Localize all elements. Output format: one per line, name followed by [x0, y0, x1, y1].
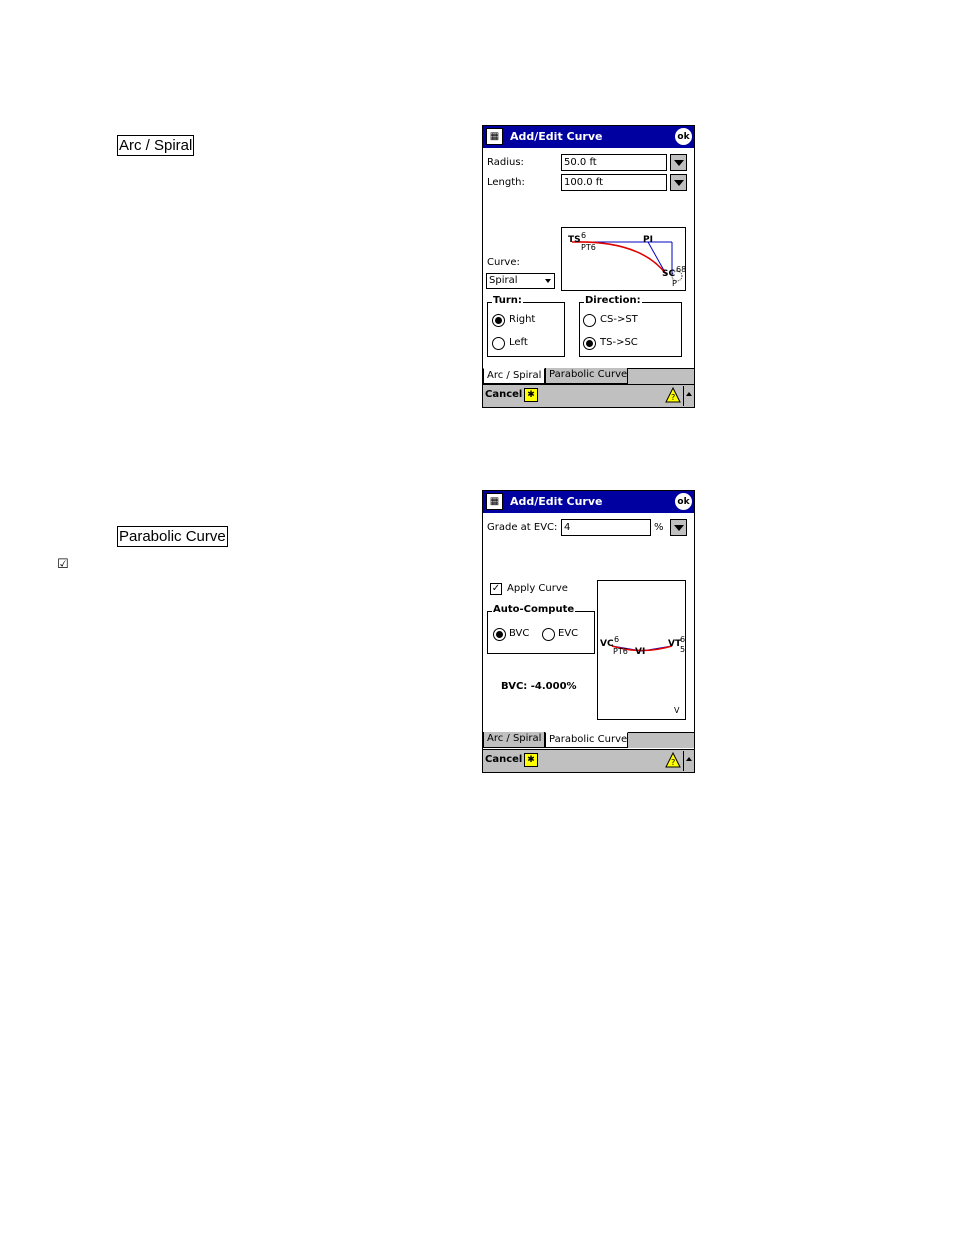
pt-label: PT6 [613, 647, 628, 656]
radius-dropdown-button[interactable] [670, 154, 687, 171]
turn-right-label[interactable]: Right [509, 314, 535, 325]
add-edit-curve-window-arc: ▦ Add/Edit Curve ok Radius: 50.0 ft Leng… [482, 125, 695, 408]
sc-superscript: 68 [676, 265, 686, 274]
tab-strip: Arc / Spiral Parabolic Curve [483, 368, 694, 384]
vt-superscript: 6 [680, 635, 686, 644]
evc-label[interactable]: EVC [558, 628, 578, 639]
parabolic-curve-label: Parabolic Curve [117, 526, 228, 547]
turn-left-radio[interactable] [492, 337, 505, 350]
percent-unit-label: % [654, 522, 664, 533]
command-bar-separator [683, 386, 684, 406]
pt-label: PT6 [581, 243, 596, 252]
command-bar: Cancel ✱ ? [483, 749, 694, 772]
tab-parabolic-curve[interactable]: Parabolic Curve [545, 732, 628, 748]
svg-text:?: ? [671, 393, 675, 402]
v-label: V [674, 706, 680, 715]
direction-cs-st-label[interactable]: CS->ST [600, 314, 638, 325]
turn-right-radio[interactable] [492, 314, 505, 327]
svg-text:?: ? [671, 758, 675, 767]
direction-cs-st-radio[interactable] [583, 314, 596, 327]
evc-radio[interactable] [542, 628, 555, 641]
input-panel-icon[interactable]: ✱ [524, 753, 538, 767]
grade-dropdown-button[interactable] [670, 519, 687, 536]
chevron-up-icon[interactable] [686, 392, 692, 396]
length-label: Length: [487, 177, 525, 188]
checkbox-icon: ☑ [57, 557, 69, 572]
length-dropdown-button[interactable] [670, 174, 687, 191]
add-edit-curve-window-parabolic: ▦ Add/Edit Curve ok Grade at EVC: 4 % ✓ … [482, 490, 695, 773]
ok-button[interactable]: ok [675, 128, 692, 145]
arc-spiral-label: Arc / Spiral [117, 135, 195, 156]
command-bar: Cancel ✱ ? [483, 384, 694, 407]
direction-group-title: Direction: [584, 295, 642, 306]
chevron-up-icon[interactable] [686, 757, 692, 761]
apply-curve-checkbox[interactable]: ✓ [490, 583, 502, 595]
curve-label: Curve: [487, 257, 520, 268]
window-title: Add/Edit Curve [510, 495, 603, 508]
tab-strip: Arc / Spiral Parabolic Curve [483, 732, 694, 748]
auto-compute-group: Auto-Compute BVC EVC [487, 604, 595, 654]
title-bar: ▦ Add/Edit Curve ok [483, 126, 694, 148]
tab-parabolic-curve[interactable]: Parabolic Curve [545, 368, 628, 384]
bvc-radio[interactable] [493, 628, 506, 641]
radius-input[interactable]: 50.0 ft [561, 154, 667, 171]
grade-at-evc-input[interactable]: 4 [561, 519, 651, 536]
vc-superscript: 6 [614, 635, 620, 644]
length-input[interactable]: 100.0 ft [561, 174, 667, 191]
ok-button[interactable]: ok [675, 493, 692, 510]
curve-type-select[interactable]: Spiral [486, 273, 555, 289]
turn-left-label[interactable]: Left [509, 337, 528, 348]
turn-group-title: Turn: [492, 295, 523, 306]
command-bar-separator [683, 751, 684, 771]
title-bar: ▦ Add/Edit Curve ok [483, 491, 694, 513]
chevron-down-icon [545, 279, 551, 283]
window-title: Add/Edit Curve [510, 130, 603, 143]
vt-subscript: 5 [680, 645, 686, 654]
vertical-curve-diagram: VC 6 PT6 VI VT 6 5 V [597, 580, 686, 720]
curve-type-value: Spiral [489, 275, 518, 286]
bvc-label[interactable]: BVC [509, 628, 529, 639]
ts-label: TS [568, 235, 581, 245]
turn-group: Turn: Right Left [487, 295, 565, 357]
app-icon[interactable]: ▦ [486, 128, 503, 145]
vi-label: VI [635, 647, 646, 657]
sc-label: SC [662, 269, 676, 279]
app-icon[interactable]: ▦ [486, 493, 503, 510]
pi-label: PI [643, 235, 653, 245]
warning-icon[interactable]: ? [665, 387, 681, 403]
grade-at-evc-label: Grade at EVC: [487, 522, 558, 533]
ts-superscript: 6 [581, 231, 587, 240]
warning-icon[interactable]: ? [665, 752, 681, 768]
direction-ts-sc-radio[interactable] [583, 337, 596, 350]
cancel-button[interactable]: Cancel [485, 754, 522, 765]
direction-ts-sc-label[interactable]: TS->SC [600, 337, 638, 348]
tab-arc-spiral[interactable]: Arc / Spiral [483, 732, 545, 748]
bvc-result: BVC: -4.000% [501, 681, 577, 692]
auto-compute-title: Auto-Compute [492, 604, 576, 615]
cancel-button[interactable]: Cancel [485, 389, 522, 400]
p-label: P [672, 279, 677, 288]
tab-arc-spiral[interactable]: Arc / Spiral [483, 368, 545, 384]
input-panel-icon[interactable]: ✱ [524, 388, 538, 402]
direction-group: Direction: CS->ST TS->SC [579, 295, 682, 357]
apply-curve-label[interactable]: Apply Curve [507, 583, 568, 594]
radius-label: Radius: [487, 157, 524, 168]
vc-label: VC [600, 639, 614, 649]
curve-diagram: TS 6 PT6 PI SC 68 P [561, 227, 686, 291]
